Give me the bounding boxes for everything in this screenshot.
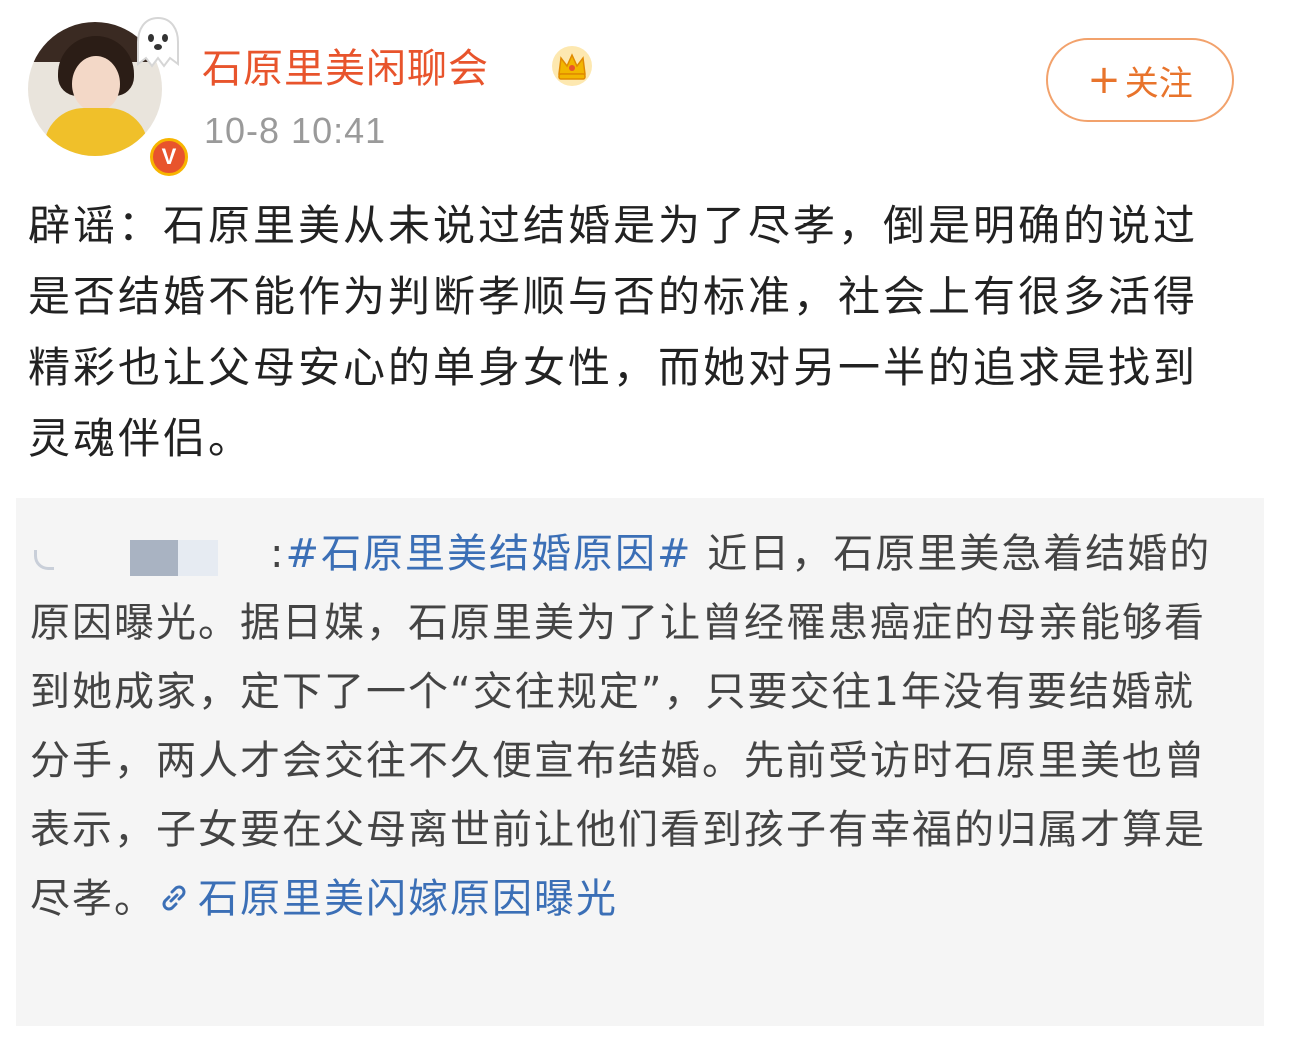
username[interactable]: 石原里美闲聊会 bbox=[202, 36, 489, 94]
plus-icon: + bbox=[1087, 57, 1121, 103]
post-body: 辟谣：石原里美从未说过结婚是为了尽孝，倒是明确的说过是否结婚不能作为判断孝顺与否… bbox=[28, 201, 1199, 463]
repost-separator: : bbox=[270, 531, 286, 577]
ghost-icon bbox=[137, 16, 179, 68]
repost-card[interactable]: :#石原里美结婚原因# 近日，石原里美急着结婚的原因曝光。据日媒，石原里美为了让… bbox=[16, 498, 1264, 1026]
repost-body: :#石原里美结婚原因# 近日，石原里美急着结婚的原因曝光。据日媒，石原里美为了让… bbox=[30, 520, 1230, 934]
hashtag-link[interactable]: #石原里美结婚原因# bbox=[285, 531, 692, 577]
verified-badge-icon: V bbox=[150, 138, 188, 176]
link-icon bbox=[162, 885, 186, 911]
follow-button-label: 关注 bbox=[1124, 63, 1193, 104]
avatar-container[interactable]: V bbox=[28, 16, 188, 176]
article-link[interactable]: 石原里美闪嫁原因曝光 bbox=[156, 876, 618, 922]
repost-text: 近日，石原里美急着结婚的原因曝光。据日媒，石原里美为了让曾经罹患癌症的母亲能够看… bbox=[30, 531, 1212, 922]
follow-button[interactable]: + 关注 bbox=[1046, 38, 1234, 122]
post-timestamp: 10-8 10:41 bbox=[204, 110, 387, 151]
crown-icon[interactable] bbox=[550, 44, 594, 88]
blurred-author-name bbox=[30, 536, 270, 576]
article-link-label[interactable]: 石原里美闪嫁原因曝光 bbox=[198, 876, 618, 922]
post-header: V 石原里美闲聊会 10-8 10:41 + 关注 bbox=[0, 0, 1300, 176]
